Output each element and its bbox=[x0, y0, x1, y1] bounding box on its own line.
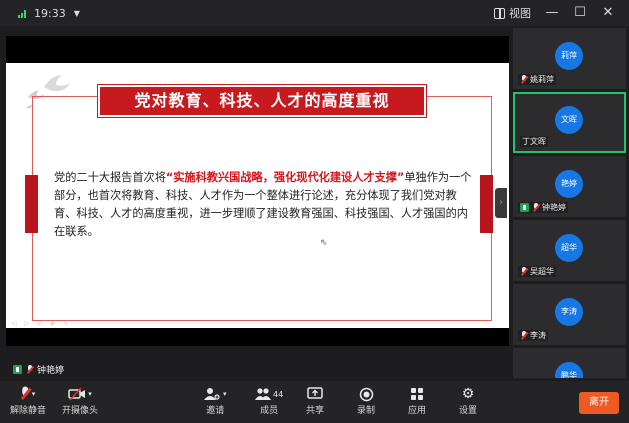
member-count: 44 bbox=[273, 389, 284, 399]
slide: 党对教育、科技、人才的高度重视 党的二十大报告首次将“实施科教兴国战略，强化现代… bbox=[6, 63, 509, 328]
body-prefix: 党的二十大报告首次将 bbox=[54, 171, 166, 184]
slide-body: 党的二十大报告首次将“实施科教兴国战略，强化现代化建设人才支撑”单独作为一个部分… bbox=[54, 169, 472, 241]
participant-label: 姚莉萍 bbox=[518, 74, 556, 85]
avatar: 超华 bbox=[555, 234, 583, 262]
participant-tile[interactable]: 李涛 李涛 bbox=[513, 284, 626, 345]
invite-button[interactable]: ▾ 邀请 bbox=[204, 385, 227, 416]
participant-list: 莉萍 姚莉萍 文晖 丁文晖 艳婷 钟艳婷 超华 吴超华 李涛 李涛 鹏华 bbox=[513, 28, 626, 381]
muted-mic-icon bbox=[532, 202, 539, 213]
muted-mic-icon: ▾ bbox=[21, 385, 35, 403]
muted-mic-icon bbox=[26, 364, 33, 375]
camera-off-icon: ▾ bbox=[68, 385, 92, 403]
members-button[interactable]: 44 成员 bbox=[255, 385, 283, 416]
share-screen-icon bbox=[307, 385, 323, 403]
add-user-icon: ▾ bbox=[204, 385, 227, 403]
participant-tile[interactable]: 艳婷 钟艳婷 bbox=[513, 156, 626, 217]
invite-label: 邀请 bbox=[206, 406, 225, 416]
slide-title: 党对教育、科技、人才的高度重视 bbox=[97, 84, 427, 118]
participant-name: 李涛 bbox=[530, 331, 546, 340]
collapse-sidebar-button[interactable]: › bbox=[495, 188, 507, 218]
participant-name: 钟艳婷 bbox=[542, 203, 566, 212]
avatar: 艳婷 bbox=[555, 170, 583, 198]
shared-screen: 党对教育、科技、人才的高度重视 党的二十大报告首次将“实施科教兴国战略，强化现代… bbox=[6, 36, 509, 376]
avatar: 李涛 bbox=[555, 298, 583, 326]
record-label: 录制 bbox=[357, 406, 376, 416]
leave-button[interactable]: 离开 bbox=[579, 392, 619, 414]
participant-label: 吴超华 bbox=[518, 266, 556, 277]
members-icon: 44 bbox=[255, 385, 283, 403]
presenter-name: 钟艳婷 bbox=[37, 366, 65, 376]
close-icon[interactable]: ✕ bbox=[601, 6, 615, 20]
participant-tile[interactable]: 鹏华 bbox=[513, 348, 626, 378]
muted-mic-icon bbox=[520, 74, 527, 85]
muted-mic-icon bbox=[520, 330, 527, 341]
apps-grid-icon bbox=[410, 385, 424, 403]
slide-controls[interactable]: ◁ ▷ ⊙ ⊕ ✎ bbox=[12, 320, 71, 327]
record-icon bbox=[359, 385, 374, 403]
participant-tile[interactable]: 文晖 丁文晖 bbox=[513, 92, 626, 153]
mouse-cursor-icon: ⇖ bbox=[320, 238, 328, 248]
camera-label: 开摄像头 bbox=[62, 406, 99, 416]
right-accent-bar bbox=[480, 175, 493, 233]
avatar: 文晖 bbox=[555, 106, 583, 134]
avatar: 鹏华 bbox=[555, 362, 583, 378]
share-label: 共享 bbox=[306, 406, 325, 416]
signal-icon bbox=[18, 9, 26, 18]
participant-name: 姚莉萍 bbox=[530, 75, 554, 84]
clock: 19:33 bbox=[34, 7, 66, 20]
screen-share-icon bbox=[520, 203, 529, 212]
apps-button[interactable]: 应用 bbox=[408, 385, 426, 416]
title-bar: 19:33 ▼ 视图 — ☐ ✕ bbox=[0, 0, 629, 26]
unmute-label: 解除静音 bbox=[10, 406, 47, 416]
view-button[interactable]: 视图 bbox=[494, 5, 531, 21]
left-accent-bar bbox=[25, 175, 38, 233]
participant-label: 钟艳婷 bbox=[518, 202, 568, 213]
participant-label: 丁文晖 bbox=[520, 136, 548, 147]
participant-name: 吴超华 bbox=[530, 267, 554, 276]
participant-tile[interactable]: 莉萍 姚莉萍 bbox=[513, 28, 626, 89]
settings-button[interactable]: ⚙ 设置 bbox=[459, 385, 477, 416]
presenter-label: 钟艳婷 bbox=[13, 363, 64, 376]
status-area: 19:33 ▼ bbox=[18, 7, 80, 20]
maximize-icon[interactable]: ☐ bbox=[573, 6, 587, 20]
minimize-icon[interactable]: — bbox=[545, 6, 559, 20]
record-button[interactable]: 录制 bbox=[357, 385, 375, 416]
chevron-down-icon[interactable]: ▼ bbox=[74, 9, 80, 18]
apps-label: 应用 bbox=[408, 406, 427, 416]
settings-label: 设置 bbox=[459, 406, 478, 416]
avatar: 莉萍 bbox=[555, 42, 583, 70]
screen-share-icon bbox=[13, 365, 22, 374]
body-highlight: “实施科教兴国战略，强化现代化建设人才支撑” bbox=[165, 171, 405, 184]
participant-tile[interactable]: 超华 吴超华 bbox=[513, 220, 626, 281]
unmute-button[interactable]: ▾ 解除静音 bbox=[10, 385, 46, 416]
gear-icon: ⚙ bbox=[461, 386, 475, 402]
view-label: 视图 bbox=[509, 7, 531, 20]
camera-button[interactable]: ▾ 开摄像头 bbox=[62, 385, 98, 416]
share-button[interactable]: 共享 bbox=[306, 385, 324, 416]
participant-label: 李涛 bbox=[518, 330, 548, 341]
members-label: 成员 bbox=[260, 406, 279, 416]
participant-name: 丁文晖 bbox=[522, 137, 546, 146]
layout-icon bbox=[494, 7, 505, 19]
meeting-toolbar: ▾ 解除静音 ▾ 开摄像头 ▾ 邀请 44 成员 共享 录制 应用 ⚙ 设置 bbox=[0, 381, 629, 423]
muted-mic-icon bbox=[520, 266, 527, 277]
